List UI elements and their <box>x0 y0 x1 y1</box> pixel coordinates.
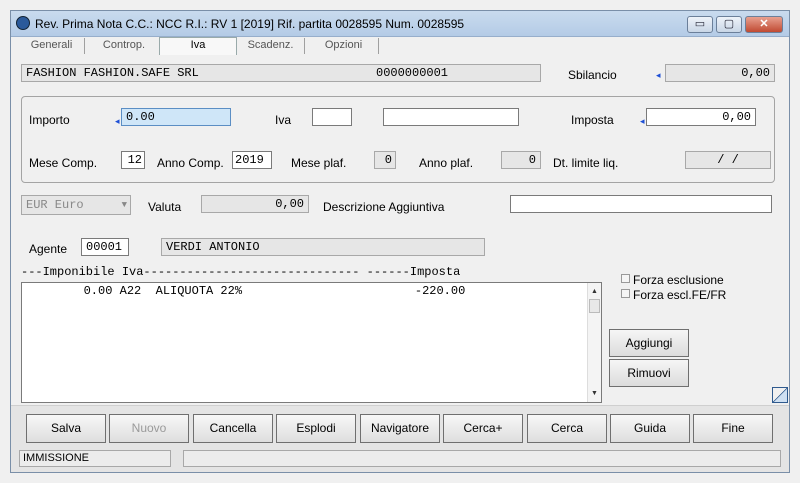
iva-label: Iva <box>275 113 292 127</box>
window-title: Rev. Prima Nota C.C.: NCC R.I.: RV 1 [20… <box>35 17 465 31</box>
anno-comp-input[interactable]: 2019 <box>232 151 272 169</box>
imposta-input[interactable]: 0,00 <box>646 108 756 126</box>
tab-iva[interactable]: Iva <box>159 37 237 55</box>
list-header: ---Imponibile Iva-----------------------… <box>21 265 461 279</box>
importo-input[interactable]: 0.00 <box>121 108 231 126</box>
customer-name: FASHION FASHION.SAFE SRL <box>26 66 199 80</box>
dt-limite-label: Dt. limite liq. <box>553 156 619 170</box>
list-scrollbar[interactable]: ▲ ▼ <box>587 283 601 402</box>
bottom-toolbar: Salva Nuovo Cancella Esplodi Navigatore … <box>11 405 789 472</box>
navigatore-button[interactable]: Navigatore <box>360 414 440 443</box>
chevron-down-icon: ▼ <box>121 200 127 210</box>
salva-button[interactable]: Salva <box>26 414 106 443</box>
tab-controp[interactable]: Controp. <box>89 38 159 54</box>
mese-plaf-field: 0 <box>374 151 396 169</box>
fine-button[interactable]: Fine <box>693 414 773 443</box>
status-message <box>183 450 781 467</box>
dt-limite-field: / / <box>685 151 771 169</box>
forza-esclusione-checkbox[interactable] <box>621 274 630 283</box>
list-item[interactable]: 0.00 A22 ALIQUOTA 22% -220.00 <box>26 284 466 298</box>
marker-icon: ◂ <box>640 116 645 126</box>
valuta-field: 0,00 <box>201 195 309 213</box>
sbilancio-label: Sbilancio <box>568 68 617 82</box>
currency-select-value: EUR Euro <box>26 198 84 212</box>
nuovo-button[interactable]: Nuovo <box>109 414 189 443</box>
cancella-button[interactable]: Cancella <box>193 414 273 443</box>
aggiungi-button[interactable]: Aggiungi <box>609 329 689 357</box>
sbilancio-field: 0,00 <box>665 64 775 82</box>
marker-icon: ◂ <box>656 70 661 80</box>
forza-escl-fefr-label: Forza escl.FE/FR <box>633 288 727 302</box>
customer-field: FASHION FASHION.SAFE SRL 0000000001 <box>21 64 541 82</box>
close-button[interactable]: ✕ <box>745 16 783 33</box>
rimuovi-button[interactable]: Rimuovi <box>609 359 689 387</box>
descrizione-input[interactable] <box>510 195 772 213</box>
esplodi-button[interactable]: Esplodi <box>276 414 356 443</box>
scroll-down-icon[interactable]: ▼ <box>588 387 601 400</box>
cerca-button[interactable]: Cerca <box>527 414 607 443</box>
maximize-button[interactable]: ▢ <box>716 16 742 33</box>
agente-label: Agente <box>29 242 68 256</box>
customer-code: 0000000001 <box>376 66 449 80</box>
tab-generali[interactable]: Generali <box>19 38 85 54</box>
descrizione-label: Descrizione Aggiuntiva <box>323 200 445 214</box>
marker-icon: ◂ <box>115 116 120 126</box>
app-icon <box>16 16 30 30</box>
tab-opzioni[interactable]: Opzioni <box>309 38 379 54</box>
scroll-up-icon[interactable]: ▲ <box>588 285 601 298</box>
iva-list[interactable]: 0.00 A22 ALIQUOTA 22% -220.00 ▲ ▼ <box>21 282 602 403</box>
iva-description-input[interactable] <box>383 108 519 126</box>
forza-escl-fefr-checkbox[interactable] <box>621 289 630 298</box>
minimize-button[interactable]: ▭ <box>687 16 713 33</box>
mese-plaf-label: Mese plaf. <box>291 156 347 170</box>
iva-code-input[interactable] <box>312 108 352 126</box>
anno-plaf-field: 0 <box>501 151 541 169</box>
main-window: Rev. Prima Nota C.C.: NCC R.I.: RV 1 [20… <box>10 10 790 473</box>
mese-comp-label: Mese Comp. <box>29 156 98 170</box>
guida-button[interactable]: Guida <box>610 414 690 443</box>
importo-label: Importo <box>29 113 70 127</box>
forza-esclusione-label: Forza esclusione <box>633 273 724 287</box>
anno-plaf-label: Anno plaf. <box>419 156 474 170</box>
imposta-label: Imposta <box>571 113 614 127</box>
agente-name-field: VERDI ANTONIO <box>161 238 485 256</box>
resize-grip-icon[interactable] <box>772 387 788 403</box>
status-mode: IMMISSIONE <box>19 450 171 467</box>
tab-scadenz[interactable]: Scadenz. <box>237 38 305 54</box>
title-bar[interactable]: Rev. Prima Nota C.C.: NCC R.I.: RV 1 [20… <box>11 11 789 37</box>
anno-comp-label: Anno Comp. <box>157 156 224 170</box>
scroll-thumb[interactable] <box>589 299 600 313</box>
cerca-plus-button[interactable]: Cerca+ <box>443 414 523 443</box>
mese-comp-input[interactable]: 12 <box>121 151 145 169</box>
agente-code-input[interactable]: 00001 <box>81 238 129 256</box>
valuta-label: Valuta <box>148 200 182 214</box>
currency-select: EUR Euro ▼ <box>21 195 131 215</box>
